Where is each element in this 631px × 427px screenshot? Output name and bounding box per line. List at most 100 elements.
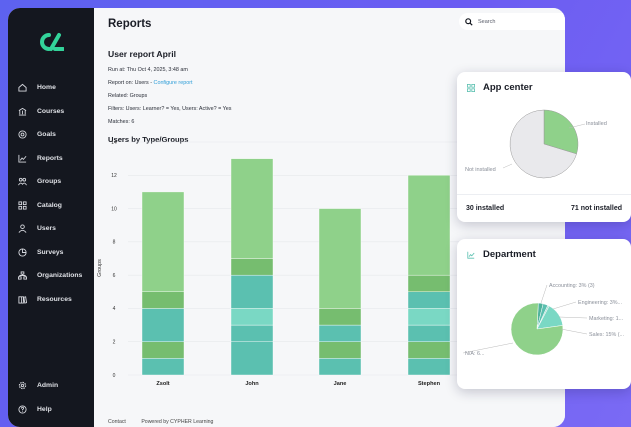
bar-segment — [407, 291, 451, 309]
x-tick-label: Jane — [334, 381, 347, 387]
sidebar-item-home[interactable]: Home — [8, 76, 94, 100]
bar-segment — [230, 258, 274, 276]
gear-icon — [18, 381, 27, 390]
sidebar-item-label: Groups — [37, 178, 62, 186]
report-on-text: Report on: Users - — [108, 80, 154, 86]
not-installed-count: 71 not installed — [571, 205, 622, 212]
app-center-pie: Installed Not installed — [465, 109, 607, 179]
y-tick-label: 0 — [113, 373, 116, 379]
sidebar-item-label: Reports — [37, 154, 63, 162]
app-center-title: App center — [483, 82, 533, 93]
sidebar-item-label: Help — [37, 405, 52, 413]
bar-segment — [407, 341, 451, 359]
powered-by-text: Powered by CYPHER Learning — [141, 419, 214, 425]
sidebar-item-label: Home — [37, 84, 56, 92]
courses-icon — [18, 107, 27, 116]
contact-link[interactable]: Contact — [108, 419, 126, 425]
home-icon — [18, 83, 27, 92]
pie-leader-line — [558, 316, 588, 319]
x-tick-label: John — [245, 381, 259, 387]
y-axis-label: Groups — [97, 259, 103, 277]
pie-label: Accounting: 3% (3) — [549, 283, 595, 289]
bar-segment — [230, 324, 274, 342]
sidebar-item-help[interactable]: Help — [8, 398, 94, 422]
resources-icon — [18, 295, 27, 304]
app-center-header: App center — [457, 72, 631, 93]
sidebar-item-label: Goals — [37, 131, 56, 139]
footer: Contact Powered by CYPHER Learning — [108, 419, 227, 425]
sidebar-item-label: Users — [37, 225, 56, 233]
sidebar-item-catalog[interactable]: Catalog — [8, 194, 94, 218]
bar-segment — [141, 341, 185, 359]
app-center-card: App center Installed Not installed 30 ins… — [457, 72, 631, 222]
bar-segment — [141, 191, 185, 292]
sidebar-item-label: Courses — [37, 107, 65, 115]
report-title: User report April — [108, 49, 176, 59]
pie-label-installed: Installed — [586, 121, 607, 127]
page-title: Reports — [108, 18, 152, 30]
sidebar: Home Courses Goals Reports Groups Catalo… — [8, 8, 94, 427]
groups-icon — [18, 177, 27, 186]
bar-segment — [407, 308, 451, 326]
bar-segment — [230, 308, 274, 326]
bar-segment — [318, 308, 362, 326]
bar-segment — [141, 308, 185, 342]
bar-segment — [407, 175, 451, 276]
y-tick-label: 8 — [113, 240, 116, 246]
y-tick-label: 6 — [113, 273, 116, 279]
pie-label: Marketing: 1... — [589, 316, 623, 322]
y-tick-label: 4 — [113, 306, 116, 312]
goals-icon — [18, 130, 27, 139]
y-tick-label: 12 — [111, 173, 117, 179]
sidebar-item-resources[interactable]: Resources — [8, 288, 94, 312]
sidebar-item-groups[interactable]: Groups — [8, 170, 94, 194]
catalog-icon — [18, 201, 27, 210]
bar-segment — [407, 358, 451, 376]
bar-segment — [318, 324, 362, 342]
sidebar-item-surveys[interactable]: Surveys — [8, 241, 94, 265]
pie-label: Sales: 15% (... — [589, 332, 624, 338]
y-tick-label: 14 — [111, 140, 117, 146]
bar-segment — [318, 358, 362, 376]
department-pie: Accounting: 3% (3) Engineering: 3%... Mark… — [462, 283, 624, 357]
y-tick-label: 10 — [111, 206, 117, 212]
help-icon — [18, 405, 27, 414]
sidebar-item-organizations[interactable]: Organizations — [8, 264, 94, 288]
logo-icon — [40, 33, 64, 51]
pie-label: Engineering: 3%... — [578, 300, 622, 306]
sidebar-item-admin[interactable]: Admin — [8, 374, 94, 398]
sidebar-item-goals[interactable]: Goals — [8, 123, 94, 147]
pie-leader-line — [560, 328, 588, 335]
bar-segment — [230, 341, 274, 376]
pie-label-not-installed: Not installed — [465, 167, 496, 173]
bar-segment — [141, 358, 185, 376]
users-icon — [18, 224, 27, 234]
sidebar-bottom: Admin Help — [8, 374, 94, 421]
bar-segment — [407, 324, 451, 342]
line-chart-icon — [467, 251, 475, 259]
bar-segment — [230, 158, 274, 259]
pie-leader-line — [502, 163, 513, 169]
installed-count: 30 installed — [466, 205, 505, 212]
bar-segment — [230, 274, 274, 309]
organizations-icon — [18, 271, 27, 280]
bar-segment — [318, 208, 362, 309]
app-logo[interactable] — [8, 22, 94, 62]
search-placeholder: Search — [478, 18, 496, 25]
search-input[interactable]: Search — [459, 13, 565, 30]
bar-segment — [407, 274, 451, 292]
sidebar-item-label: Catalog — [37, 201, 62, 209]
bar-segment — [318, 341, 362, 359]
sidebar-item-reports[interactable]: Reports — [8, 147, 94, 171]
reports-icon — [18, 154, 27, 163]
sidebar-item-courses[interactable]: Courses — [8, 100, 94, 124]
y-tick-label: 2 — [113, 340, 116, 346]
sidebar-item-users[interactable]: Users — [8, 217, 94, 241]
configure-report-link[interactable]: Configure report — [154, 80, 193, 86]
x-tick-label: Stephen — [418, 381, 441, 387]
sidebar-item-label: Admin — [37, 382, 59, 390]
bar-segment — [141, 291, 185, 309]
surveys-icon — [18, 248, 27, 257]
sidebar-item-label: Resources — [37, 295, 72, 303]
search-icon — [465, 17, 473, 26]
